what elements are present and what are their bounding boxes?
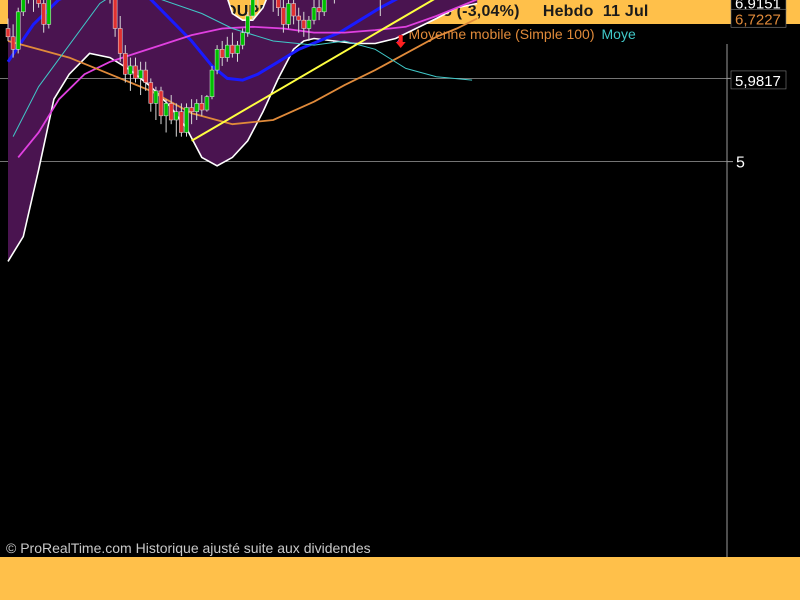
candle-body [306, 19, 312, 29]
candle-body [133, 65, 138, 79]
candle-body [184, 107, 189, 133]
candle-body [296, 15, 301, 21]
candle-body [250, 0, 256, 17]
candle-body [281, 7, 286, 25]
candle-body [245, 15, 250, 33]
y-tick-label: 5 [736, 155, 745, 172]
candle-body [194, 103, 199, 112]
candle-body [174, 111, 179, 121]
candle-body [301, 19, 307, 29]
candle-body [199, 103, 205, 111]
candle-body [148, 82, 154, 104]
candle-body [168, 103, 174, 121]
candle-body [41, 3, 46, 25]
candle-body [36, 0, 41, 4]
candle-body [128, 65, 133, 75]
candle-body [21, 0, 26, 13]
candle-body [158, 90, 164, 117]
candle-body [230, 44, 235, 54]
candle-body [276, 0, 281, 8]
candle-body [117, 28, 123, 54]
candle-body [225, 44, 230, 58]
candle-body [10, 36, 16, 50]
candle-body [15, 11, 21, 50]
candle-body [286, 3, 291, 25]
candle-body [143, 69, 148, 83]
candle-body [316, 7, 322, 13]
candle-body [291, 3, 296, 17]
candle-body [153, 90, 159, 104]
candle-body [138, 69, 143, 79]
candle-body [179, 111, 184, 133]
candle-body [163, 103, 169, 117]
candle-body [189, 107, 194, 112]
candle-body [311, 7, 317, 21]
copyright-notice: © ProRealTime.com Historique ajusté suit… [6, 540, 371, 556]
candle-body [214, 49, 220, 71]
candle-body [204, 96, 210, 111]
candle-body [321, 0, 327, 13]
price-chart: 10987657,7167,4686,91516,72275,98172010A… [0, 0, 787, 600]
price-label: 5,9817 [735, 73, 781, 90]
candle-body [46, 0, 52, 25]
candle-body [219, 49, 225, 58]
candle-body [240, 32, 245, 46]
candle-body [112, 0, 118, 29]
candle-body [209, 69, 215, 97]
price-label: 6,7227 [735, 11, 781, 28]
candle-body [235, 44, 240, 54]
candle-body [5, 28, 11, 38]
candle-body [123, 53, 128, 75]
time-axis-band [0, 557, 800, 600]
